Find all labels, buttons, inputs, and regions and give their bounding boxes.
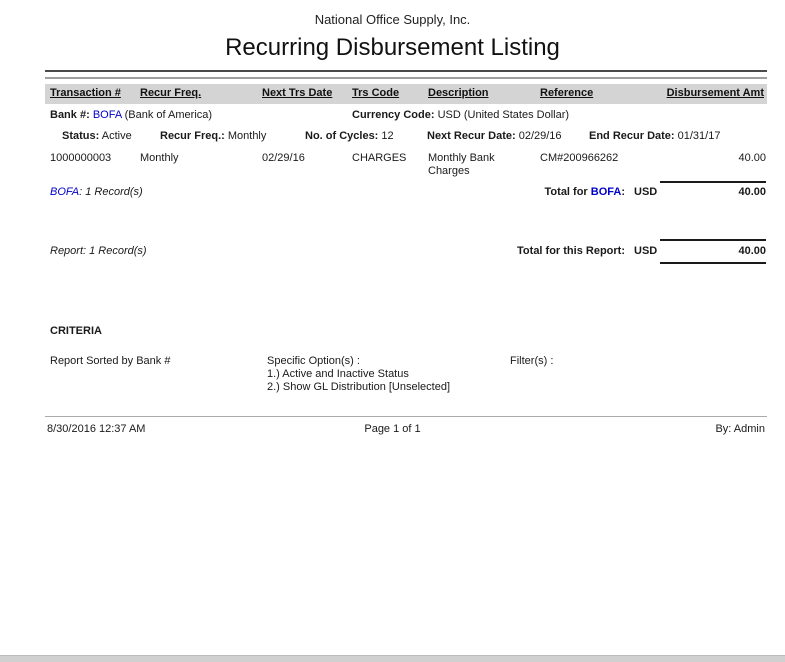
col-recur-freq: Recur Freq.	[140, 87, 201, 99]
status-field: Status: Active	[62, 130, 132, 142]
col-transaction: Transaction #	[50, 87, 121, 99]
bank-total-suffix: :	[621, 186, 625, 198]
report-records-summary: Report: 1 Record(s)	[50, 245, 147, 257]
bank-total-amount: 40.00	[666, 186, 766, 198]
row-description: Monthly Bank Charges	[428, 152, 528, 178]
recur-freq-value: Monthly	[228, 130, 267, 142]
col-description: Description	[428, 87, 489, 99]
criteria-sorted-by: Report Sorted by Bank #	[50, 355, 170, 367]
title-rule-dark	[45, 70, 767, 72]
next-recur-field: Next Recur Date: 02/29/16	[427, 130, 562, 142]
bank-records-summary: BOFA: 1 Record(s)	[50, 186, 143, 198]
end-recur-value: 01/31/17	[678, 130, 721, 142]
company-name: National Office Supply, Inc.	[0, 12, 785, 27]
report-total-amount: 40.00	[666, 245, 766, 257]
bank-label: Bank #:	[50, 109, 90, 121]
next-recur-value: 02/29/16	[519, 130, 562, 142]
report-title: Recurring Disbursement Listing	[0, 34, 785, 62]
criteria-heading: CRITERIA	[50, 325, 102, 337]
bank-line: Bank #: BOFA (Bank of America)	[50, 109, 212, 121]
col-reference: Reference	[540, 87, 593, 99]
status-label: Status:	[62, 130, 99, 142]
cycles-value: 12	[381, 130, 393, 142]
bank-total-currency: USD	[634, 186, 657, 198]
report-total-rule-bottom	[660, 262, 766, 264]
bank-records-rest: : 1 Record(s)	[79, 186, 143, 198]
currency-line: Currency Code: USD (United States Dollar…	[352, 109, 569, 121]
row-recur-freq: Monthly	[140, 152, 179, 164]
column-header-bar: Transaction # Recur Freq. Next Trs Date …	[45, 84, 767, 104]
bank-total-prefix: Total for	[545, 186, 591, 198]
bank-name: (Bank of America)	[125, 109, 212, 121]
criteria-filters-label: Filter(s) :	[510, 355, 553, 367]
currency-label: Currency Code:	[352, 109, 435, 121]
bank-total-label: Total for BOFA:	[425, 186, 625, 198]
report-page: National Office Supply, Inc. Recurring D…	[0, 0, 785, 662]
report-total-label: Total for this Report:	[425, 245, 625, 257]
bank-records-code-link[interactable]: BOFA	[50, 186, 79, 198]
specific-option-2: 2.) Show GL Distribution [Unselected]	[267, 381, 450, 394]
row-reference: CM#200966262	[540, 152, 618, 164]
row-amount: 40.00	[666, 152, 766, 164]
bank-total-code-link[interactable]: BOFA	[591, 186, 622, 198]
status-value: Active	[102, 130, 132, 142]
cycles-field: No. of Cycles: 12	[305, 130, 394, 142]
end-recur-field: End Recur Date: 01/31/17	[589, 130, 720, 142]
row-transaction: 1000000003	[50, 152, 111, 164]
row-trs-code: CHARGES	[352, 152, 406, 164]
footer-by-user: By: Admin	[615, 423, 765, 435]
report-total-currency: USD	[634, 245, 657, 257]
report-total-rule-top	[660, 239, 766, 241]
bottom-scrollbar-track[interactable]	[0, 655, 785, 662]
bank-total-rule	[660, 181, 766, 183]
row-next-trs-date: 02/29/16	[262, 152, 305, 164]
col-disbursement-amt: Disbursement Amt	[667, 87, 764, 99]
cycles-label: No. of Cycles:	[305, 130, 378, 142]
end-recur-label: End Recur Date:	[589, 130, 675, 142]
recur-freq-field: Recur Freq.: Monthly	[160, 130, 266, 142]
specific-option-1: 1.) Active and Inactive Status	[267, 368, 450, 381]
footer-rule	[45, 416, 767, 417]
criteria-specific-options: Specific Option(s) : 1.) Active and Inac…	[267, 355, 450, 394]
bank-code-link[interactable]: BOFA	[93, 109, 122, 121]
title-rule-light	[45, 77, 767, 79]
specific-options-label: Specific Option(s) :	[267, 355, 450, 368]
recur-freq-label: Recur Freq.:	[160, 130, 225, 142]
currency-value: USD (United States Dollar)	[438, 109, 569, 121]
col-trs-code: Trs Code	[352, 87, 399, 99]
col-next-trs-date: Next Trs Date	[262, 87, 332, 99]
next-recur-label: Next Recur Date:	[427, 130, 516, 142]
